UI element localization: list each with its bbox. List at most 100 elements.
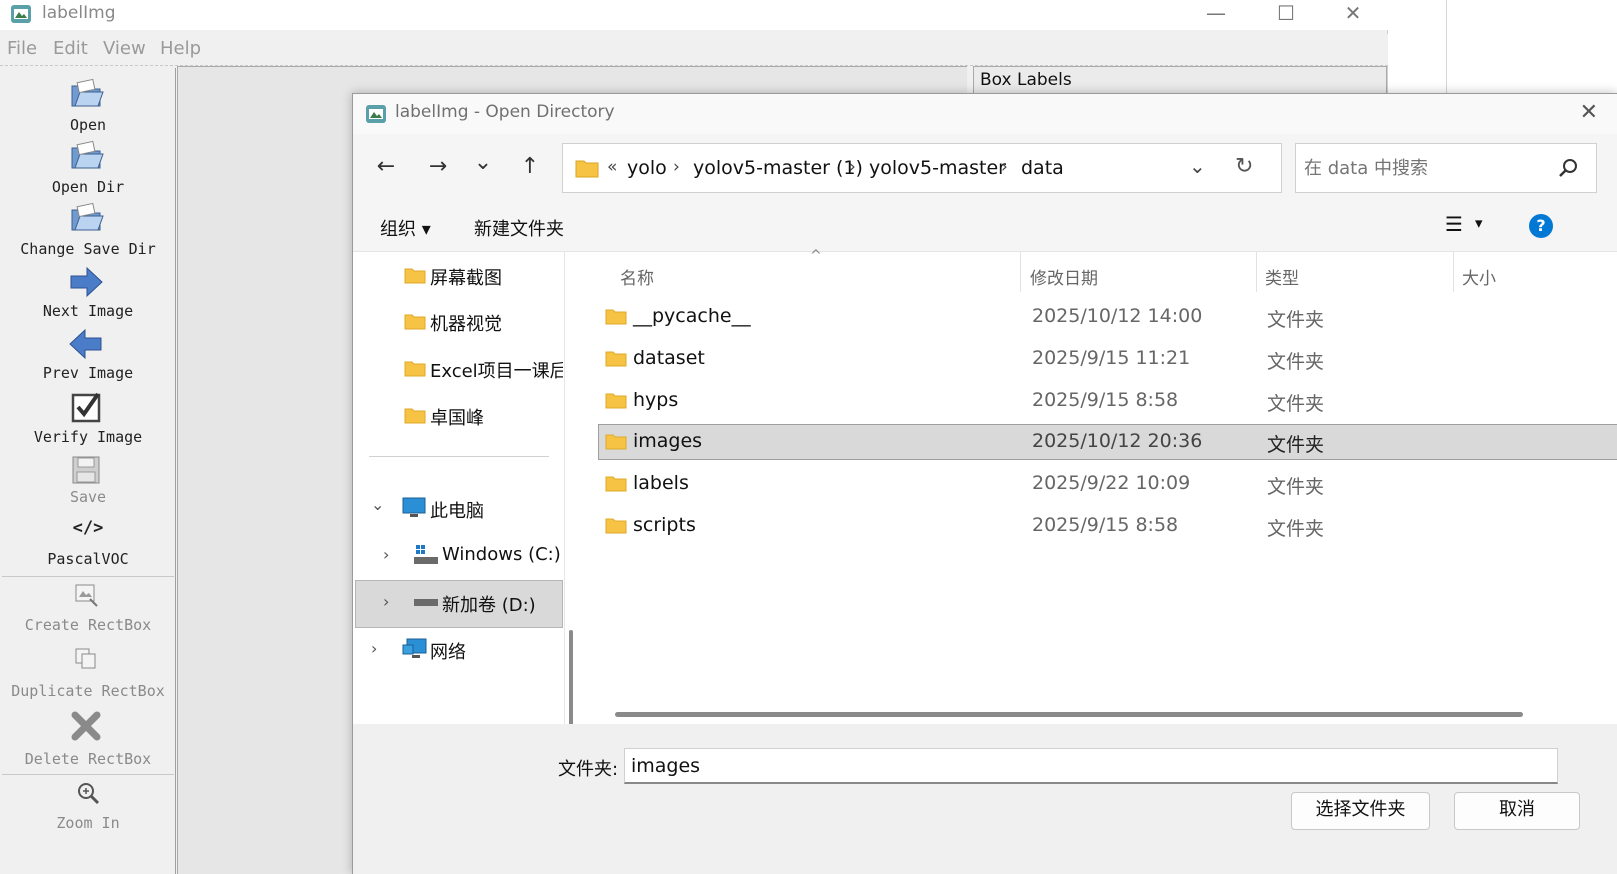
column-header-name[interactable]: 名称 — [620, 264, 654, 289]
arrow-right-icon — [70, 266, 103, 298]
nav-item-label: 此电脑 — [430, 501, 484, 522]
nav-item-label: 卓国峰 — [430, 408, 484, 429]
column-divider[interactable] — [1020, 252, 1021, 292]
file-modified: 2025/10/12 14:00 — [1032, 305, 1203, 327]
nav-item-label: 网络 — [430, 642, 466, 663]
back-button[interactable]: ← — [371, 154, 401, 179]
zoom-in-button[interactable]: Zoom In — [0, 780, 176, 840]
open-button[interactable]: Open — [0, 76, 176, 136]
column-header-type[interactable]: 类型 — [1265, 264, 1299, 289]
change-save-dir-button[interactable]: Change Save Dir — [0, 200, 176, 260]
chevron-down-icon[interactable]: ⌄ — [371, 495, 384, 514]
file-row[interactable]: __pycache__ 2025/10/12 14:00 文件夹 — [598, 299, 1617, 335]
column-header-modified[interactable]: 修改日期 — [1030, 264, 1098, 289]
cancel-button[interactable]: 取消 — [1454, 792, 1580, 830]
view-options-icon[interactable]: ☰ — [1445, 212, 1463, 236]
breadcrumb-yolo[interactable]: yolo — [627, 157, 667, 179]
create-rectbox-button[interactable]: Create RectBox — [0, 582, 176, 642]
tool-label: Change Save Dir — [20, 240, 156, 258]
next-image-button[interactable]: Next Image — [0, 264, 176, 324]
address-bar[interactable]: « yolo › yolov5-master (1) › yolov5-mast… — [562, 143, 1282, 193]
verify-image-button[interactable]: Verify Image — [0, 390, 176, 450]
file-name: labels — [633, 472, 689, 494]
labelimg-app-icon — [11, 5, 31, 23]
menu-edit[interactable]: Edit — [53, 38, 88, 59]
breadcrumb-overflow[interactable]: « — [607, 157, 617, 177]
recent-locations-button[interactable]: ⌄ — [468, 150, 498, 175]
breadcrumb-yolov5-master-1[interactable]: yolov5-master (1) — [693, 157, 863, 179]
chevron-right-icon[interactable]: › — [383, 545, 389, 564]
delete-rectbox-button[interactable]: Delete RectBox — [0, 708, 176, 774]
breadcrumb-yolov5-master[interactable]: yolov5-master — [869, 157, 1006, 179]
breadcrumb-data[interactable]: data — [1021, 157, 1064, 179]
search-icon[interactable] — [1556, 156, 1580, 180]
file-row[interactable]: hyps 2025/9/15 8:58 文件夹 — [598, 383, 1617, 419]
select-folder-button[interactable]: 选择文件夹 — [1291, 792, 1430, 830]
prev-image-button[interactable]: Prev Image — [0, 326, 176, 386]
minimize-button[interactable]: — — [1193, 0, 1239, 28]
nav-item-drive-c[interactable]: › Windows (C:) — [353, 534, 563, 578]
open-dir-button[interactable]: Open Dir — [0, 138, 176, 198]
address-dropdown-button[interactable]: ⌄ — [1189, 154, 1206, 178]
tool-label: Save — [69, 488, 107, 506]
tool-label: Next Image — [42, 302, 134, 320]
file-type: 文件夹 — [1267, 434, 1325, 456]
nav-item-excel-project[interactable]: Excel项目一课后 — [353, 347, 563, 391]
nav-item-zhuo-guofeng[interactable]: 卓国峰 — [353, 394, 563, 438]
labelimg-app-icon — [366, 105, 386, 123]
nav-item-drive-d[interactable]: › 新加卷 (D:) — [355, 580, 563, 628]
nav-item-label: 机器视觉 — [430, 314, 502, 335]
menu-help[interactable]: Help — [160, 38, 201, 59]
organize-menu[interactable]: 组织 ▾ — [380, 215, 431, 241]
file-row[interactable]: labels 2025/9/22 10:09 文件夹 — [598, 466, 1617, 502]
folder-open-icon — [71, 78, 104, 107]
chevron-right-icon[interactable]: › — [383, 592, 389, 611]
save-button[interactable]: Save — [0, 452, 176, 512]
file-row-selected[interactable]: images 2025/10/12 20:36 文件夹 — [598, 424, 1617, 460]
nav-item-machine-vision[interactable]: 机器视觉 — [353, 300, 563, 344]
main-title-bar: labelImg — ☐ ✕ — [0, 0, 1388, 30]
duplicate-rectbox-button[interactable]: Duplicate RectBox — [0, 646, 176, 706]
column-divider[interactable] — [1453, 252, 1454, 292]
file-row[interactable]: dataset 2025/9/15 11:21 文件夹 — [598, 341, 1617, 377]
chevron-right-icon[interactable]: › — [371, 639, 377, 658]
drive-icon — [414, 599, 438, 606]
menu-file[interactable]: File — [7, 38, 37, 59]
nav-item-this-pc[interactable]: ⌄ 此电脑 — [353, 487, 563, 531]
nav-item-screenshots[interactable]: 屏幕截图 — [353, 254, 563, 298]
up-button[interactable]: ↑ — [515, 154, 545, 179]
tool-bar: Open Open Dir Change Save Dir Next Image… — [0, 68, 176, 874]
new-folder-button[interactable]: 新建文件夹 — [474, 215, 564, 241]
arrow-left-icon — [69, 328, 102, 360]
file-type: 文件夹 — [1267, 393, 1325, 415]
tool-label: Open Dir — [51, 178, 125, 196]
nav-item-label: 屏幕截图 — [430, 268, 502, 289]
checkbox-icon — [71, 392, 101, 423]
folder-icon — [404, 408, 426, 424]
search-input[interactable] — [1304, 154, 1554, 182]
menu-view[interactable]: View — [103, 38, 146, 59]
nav-item-network[interactable]: › 网络 — [353, 628, 563, 672]
column-header-size[interactable]: 大小 — [1462, 264, 1496, 289]
tool-label: Open — [69, 116, 107, 134]
format-pascalvoc-button[interactable]: </> PascalVOC — [0, 516, 176, 576]
file-row[interactable]: scripts 2025/9/15 8:58 文件夹 — [598, 508, 1617, 544]
code-icon: </> — [72, 518, 104, 538]
file-modified: 2025/9/22 10:09 — [1032, 472, 1191, 494]
maximize-button[interactable]: ☐ — [1263, 0, 1309, 28]
view-options-dropdown[interactable]: ▾ — [1475, 214, 1483, 232]
tool-label: Delete RectBox — [24, 750, 152, 768]
forward-button[interactable]: → — [423, 154, 453, 179]
breadcrumb-separator: › — [673, 157, 680, 177]
folder-icon — [404, 314, 426, 330]
dialog-close-button[interactable]: ✕ — [1580, 100, 1598, 125]
file-modified: 2025/10/12 20:36 — [1032, 430, 1203, 452]
file-type: 文件夹 — [1267, 351, 1325, 373]
folder-name-input[interactable] — [624, 748, 1558, 784]
help-icon[interactable]: ? — [1529, 214, 1553, 238]
file-list-scrollbar[interactable] — [615, 712, 1523, 717]
close-button[interactable]: ✕ — [1330, 0, 1376, 28]
column-divider[interactable] — [1256, 252, 1257, 292]
folder-icon — [605, 518, 627, 534]
refresh-button[interactable]: ↻ — [1235, 154, 1253, 179]
